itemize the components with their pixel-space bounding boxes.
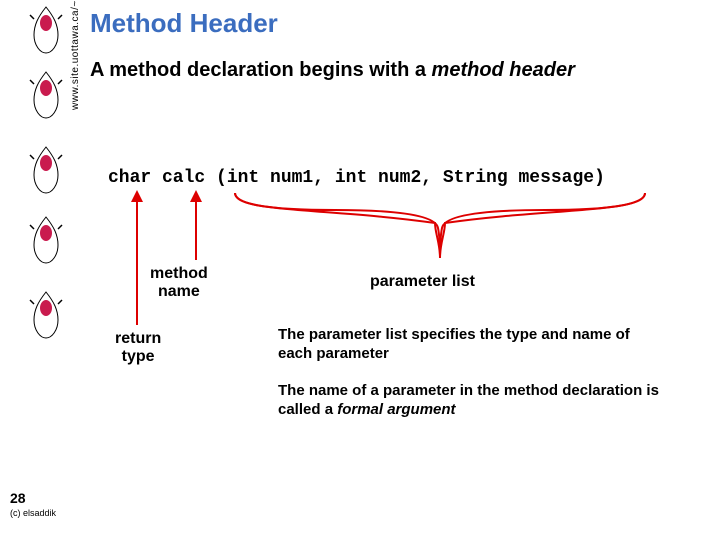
mascot-icon [28,145,64,195]
mascot-icon [28,70,64,120]
subtitle-italic: method header [432,59,575,81]
label-parameter-list: parameter list [370,273,475,291]
label-line: return [115,330,161,347]
label-line: method [150,265,208,282]
code-example: char calc (int num1, int num2, String me… [108,168,605,188]
subtitle-text: A method declaration begins with a [90,59,432,81]
paragraph-formal-argument: The name of a parameter in the method de… [278,382,668,420]
arrow-return-type-icon [129,190,145,325]
label-method-name: method name [150,265,208,302]
brace-parameter-list-icon [230,188,650,268]
copyright: (c) elsaddik [10,508,56,518]
mascot-icon [28,5,64,55]
slide-title: Method Header [90,8,278,39]
arrow-method-name-icon [188,190,204,260]
para2-text: The name of a parameter in the method de… [278,382,659,418]
para2-italic: formal argument [337,401,455,418]
label-line: type [122,348,155,365]
label-return-type: return type [115,330,161,367]
label-line: name [158,283,200,300]
mascot-icon [28,215,64,265]
source-url: www.site.uottawa.ca/~elsaddik [70,0,81,110]
paragraph-param-spec: The parameter list specifies the type an… [278,326,668,364]
slide-subtitle: A method declaration begins with a metho… [90,59,575,82]
page-number: 28 [10,490,26,506]
mascot-icon [28,290,64,340]
